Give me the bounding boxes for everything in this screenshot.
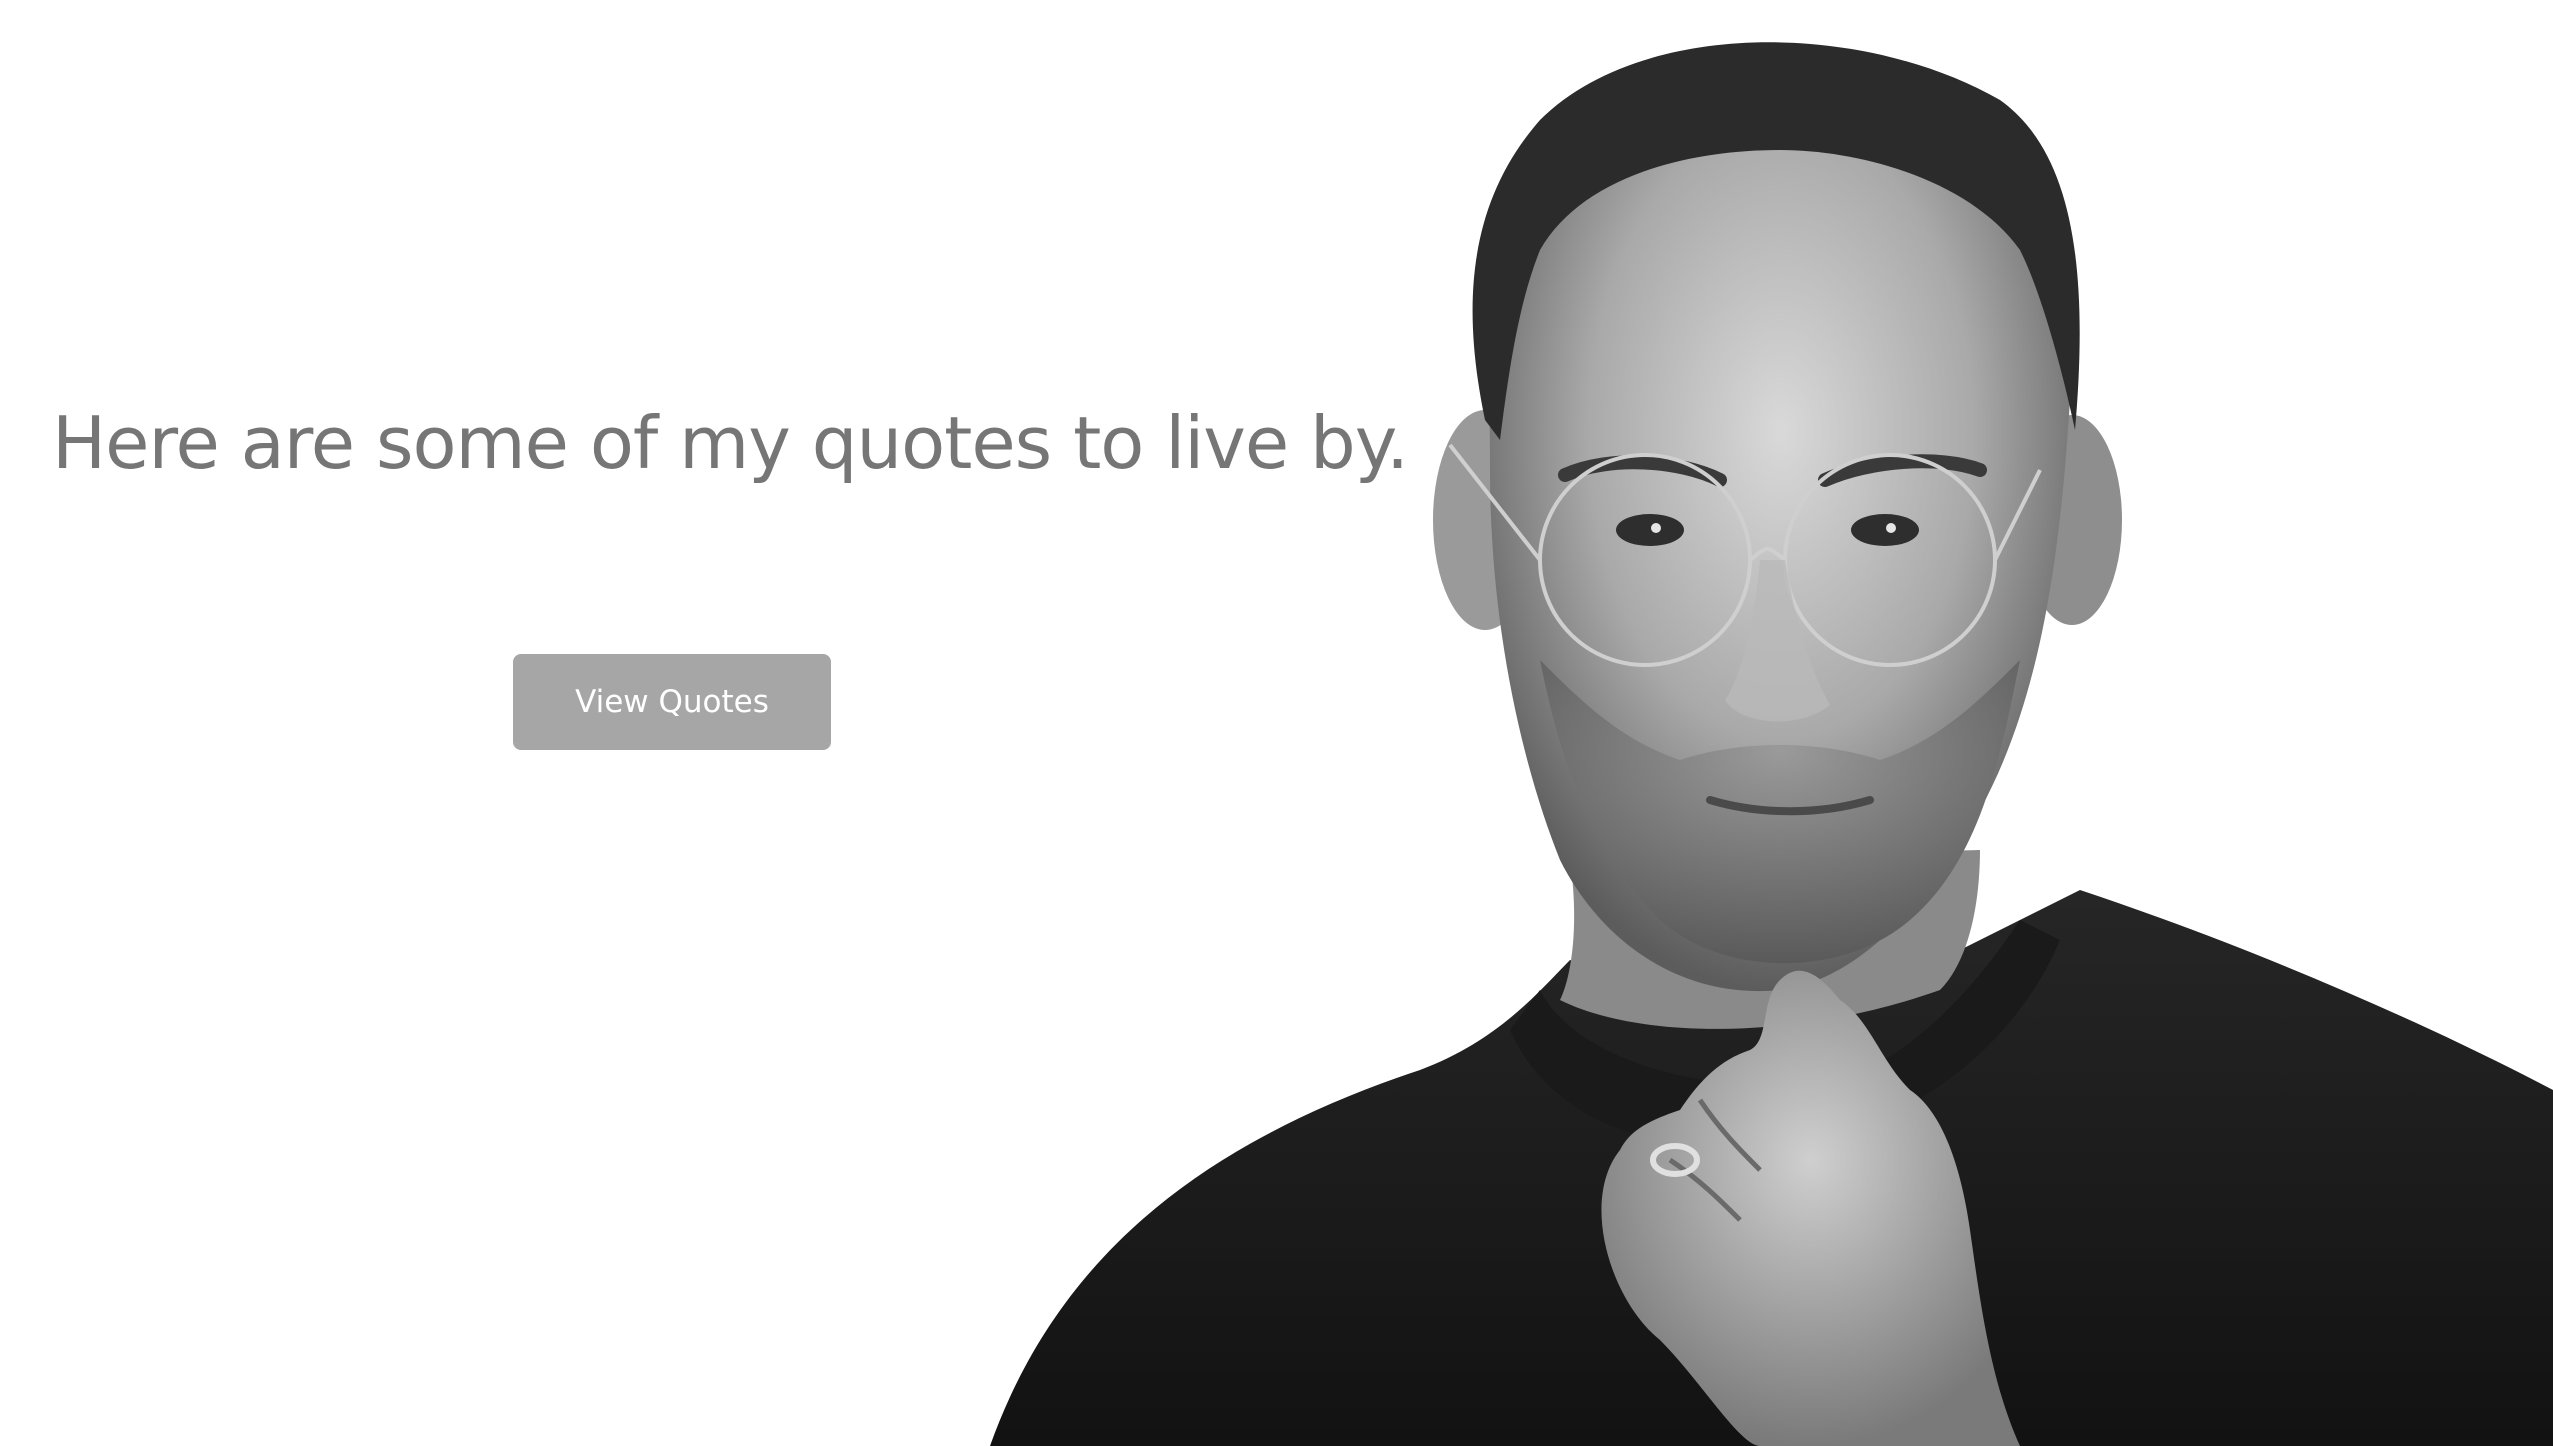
portrait-photo: [990, 42, 2553, 1446]
view-quotes-button[interactable]: View Quotes: [513, 654, 831, 750]
right-eye: [1851, 514, 1919, 546]
landing-page: Here are some of my quotes to live by. V…: [0, 0, 2553, 1446]
left-eye: [1616, 514, 1684, 546]
